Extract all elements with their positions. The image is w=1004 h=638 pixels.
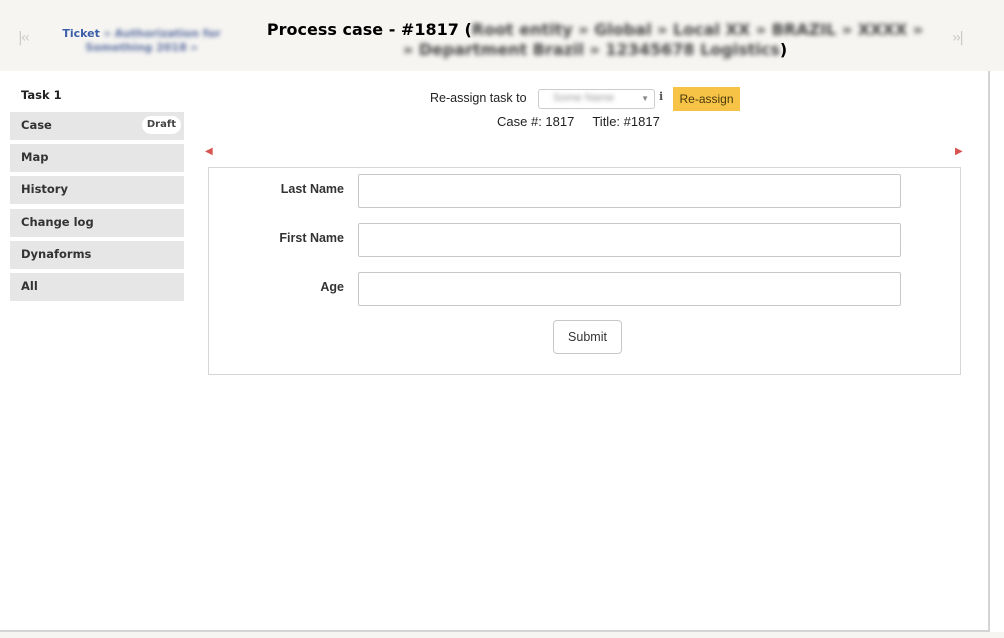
age-label: Age	[320, 280, 344, 294]
reassign-selected-user: Some Name	[553, 92, 615, 104]
info-icon[interactable]: i	[659, 90, 663, 103]
previous-step-icon[interactable]: ◀	[205, 146, 213, 157]
first-name-label: First Name	[279, 231, 344, 245]
sidebar-item-label: Change log	[21, 215, 94, 229]
sidebar-item-label: History	[21, 182, 68, 196]
sidebar-item-label: Case	[21, 118, 52, 132]
case-number: Case #: 1817	[497, 114, 575, 129]
page-title-blurred-1: Root entity » Global » Local XX » BRAZIL…	[471, 20, 924, 39]
reassign-button[interactable]: Re-assign	[673, 87, 740, 111]
page-title: Process case - #1817 (Root entity » Glob…	[250, 20, 940, 60]
ticket-blurred-text-2: Something 2018 »	[85, 41, 198, 54]
ticket-blurred-text-1: » Authorization for	[103, 27, 221, 40]
first-page-icon[interactable]: |‹‹	[18, 30, 30, 46]
page-title-close-paren: )	[779, 40, 788, 59]
sidebar-item-label: Map	[21, 150, 49, 164]
sidebar-item-history[interactable]: History	[10, 176, 184, 204]
case-title: Title: #1817	[592, 114, 660, 129]
reassign-user-select[interactable]: Some Name ▼	[538, 89, 655, 109]
draft-badge: Draft	[141, 116, 181, 134]
case-info: Case #: 1817 Title: #1817	[497, 114, 660, 129]
sidebar-item-dynaforms[interactable]: Dynaforms	[10, 241, 184, 269]
page-title-open-paren: (	[464, 20, 472, 39]
sidebar-item-map[interactable]: Map	[10, 144, 184, 172]
sidebar-item-label: All	[21, 279, 38, 293]
first-name-input[interactable]	[358, 223, 901, 257]
sidebar-item-label: Dynaforms	[21, 247, 92, 261]
sidebar-item-case[interactable]: Case Draft	[10, 112, 184, 140]
last-page-icon[interactable]: ››|	[952, 30, 964, 46]
task-label: Task 1	[21, 88, 62, 102]
sidebar-item-all[interactable]: All	[10, 273, 184, 301]
page-title-text: Process case - #1817	[266, 20, 459, 39]
dynaform: Last Name First Name Age Submit	[208, 167, 961, 375]
last-name-input[interactable]	[358, 174, 901, 208]
chevron-down-icon: ▼	[641, 94, 649, 103]
content-frame-right-edge	[988, 71, 990, 631]
submit-button[interactable]: Submit	[553, 320, 622, 354]
ticket-link[interactable]: Ticket » Authorization for Something 201…	[54, 27, 229, 55]
ticket-label: Ticket	[62, 27, 100, 40]
page-title-blurred-2: » Department Brazil » 12345678 Logistics	[402, 40, 780, 59]
next-step-icon[interactable]: ▶	[955, 146, 963, 157]
reassign-label: Re-assign task to	[430, 91, 527, 105]
age-input[interactable]	[358, 272, 901, 306]
header-bar: |‹‹ Ticket » Authorization for Something…	[0, 0, 1004, 71]
last-name-label: Last Name	[280, 182, 344, 196]
sidebar-item-change-log[interactable]: Change log	[10, 209, 184, 237]
page-bottom-strip	[0, 632, 1004, 638]
